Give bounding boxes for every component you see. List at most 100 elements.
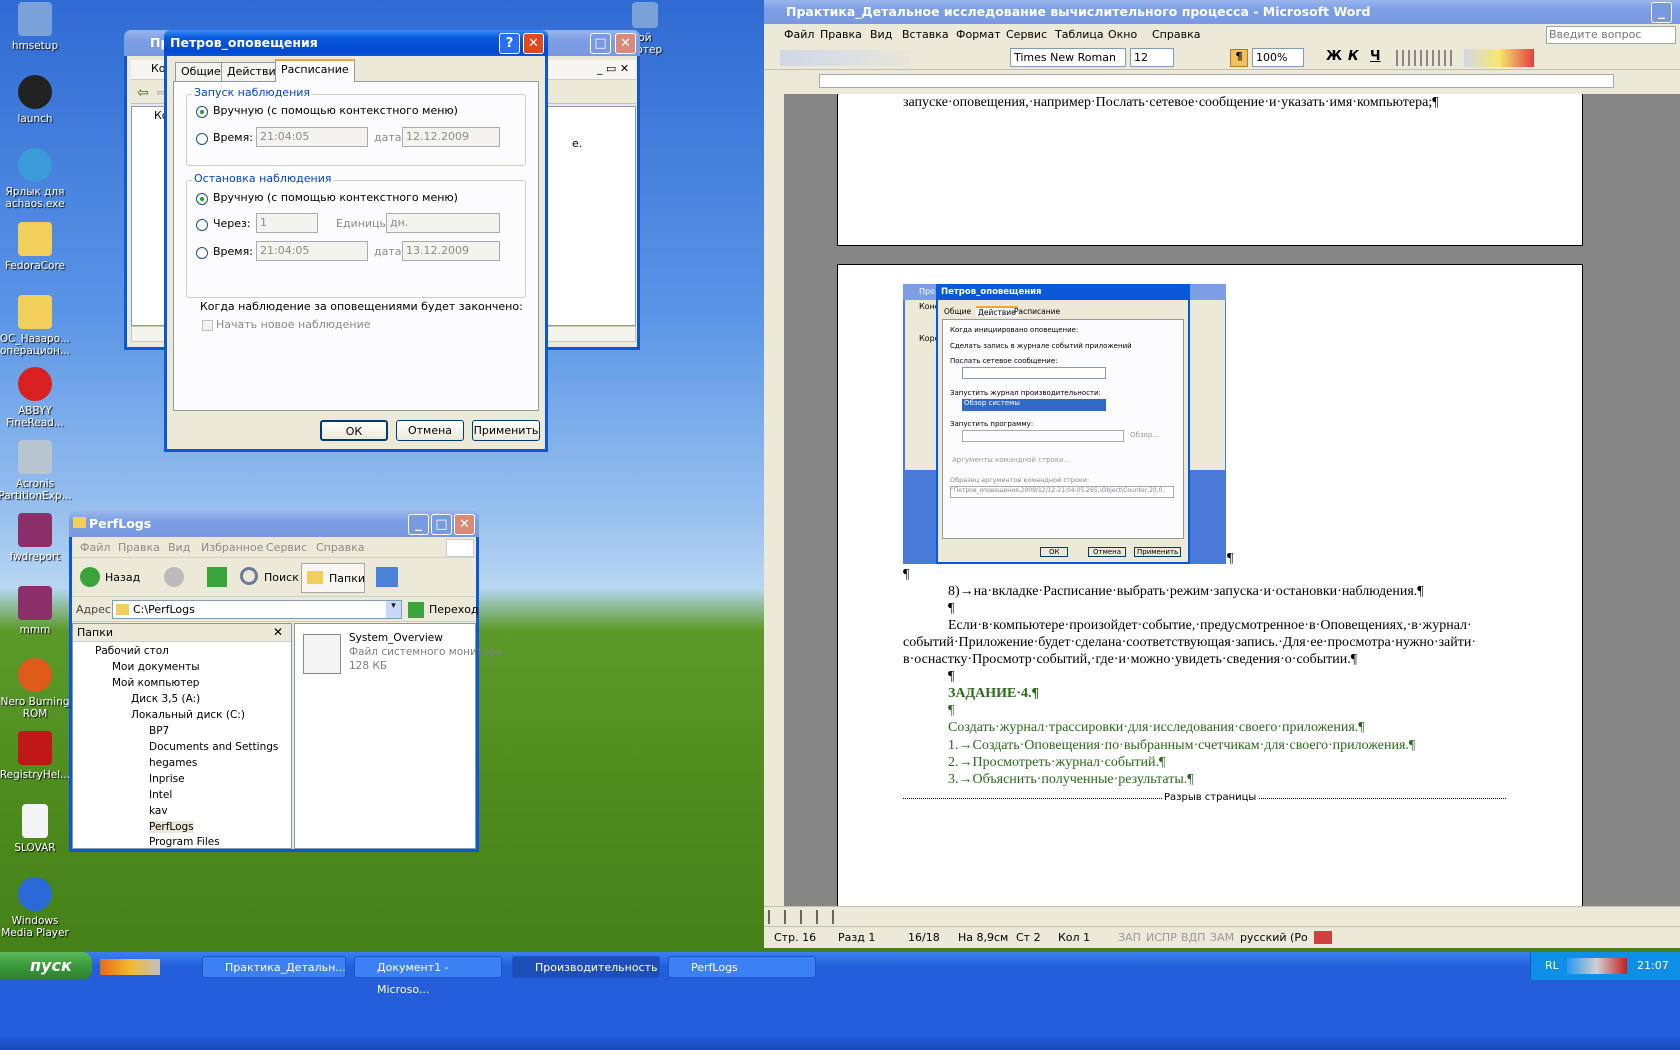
desktop-icon-slovar[interactable]: SLOVAR [0,804,73,854]
tray-icons[interactable] [1567,958,1627,974]
status-overwrite[interactable]: ЗАМ [1210,931,1234,944]
stop-time-radio[interactable] [196,247,208,259]
ok-button[interactable]: ОК [320,420,388,441]
forward-arrow-icon[interactable] [164,567,184,587]
show-formatting-icon[interactable]: ¶ [1230,49,1248,67]
stop-manual-radio[interactable] [196,193,208,205]
units-select[interactable]: дн. [386,213,500,233]
menu-favorites[interactable]: Избранное [201,541,263,554]
tab-schedule[interactable]: Расписание [275,59,355,82]
minimize-icon[interactable]: _ [408,514,429,535]
taskbar-button-perflogs[interactable]: PerfLogs [668,956,816,978]
zoom-select[interactable]: 100% [1252,48,1304,67]
tab-general[interactable]: Общие [175,62,227,82]
menu-format[interactable]: Формат [956,28,1001,41]
stop-after-input[interactable]: 1 [256,213,318,233]
file-name[interactable]: System_Overview [349,632,443,644]
font-size-select[interactable]: 12 [1130,48,1174,67]
desktop-icon-nero[interactable]: Nero Burning ROM [0,658,73,720]
new-observation-checkbox[interactable] [202,320,213,331]
tree-item-docs-settings[interactable]: Documents and Settings [149,741,278,753]
stop-date-input[interactable]: 13.12.2009 [402,241,500,261]
help-icon[interactable]: ? [499,33,520,54]
tree-item-my-documents[interactable]: Мои документы [112,661,200,673]
desktop-icon-hmsetup[interactable]: hmsetup [0,2,73,52]
language-indicator[interactable]: RL [1545,959,1559,972]
desktop-icon-achaos[interactable]: Ярлык для achaos.exe [0,148,73,210]
close-icon[interactable]: ✕ [523,33,544,54]
status-rec[interactable]: ЗАП [1118,931,1141,944]
tree-item-kav[interactable]: kav [149,805,168,817]
perfmon-file-icon[interactable] [303,634,341,674]
maximize-icon[interactable]: □ [431,514,452,535]
start-time-input[interactable]: 21:04:05 [256,127,368,147]
menu-view[interactable]: Вид [168,541,190,554]
dialog-titlebar[interactable]: Петров_оповещения ? ✕ [164,30,548,56]
taskbar-button-document1[interactable]: Документ1 - Microso... [354,956,502,996]
menu-insert[interactable]: Вставка [902,28,949,41]
back-arrow-icon[interactable] [80,567,100,587]
close-icon[interactable]: ✕ [454,514,475,535]
desktop-icon-mmm[interactable]: mmm [0,586,73,636]
desktop-icon-abbyy[interactable]: ABBYY FineRead... [0,367,73,429]
vertical-ruler[interactable] [764,94,784,906]
explorer-titlebar[interactable]: PerfLogs _ □ ✕ [69,511,479,537]
folders-button[interactable]: Папки [301,563,365,593]
desktop-icon-fedoracore[interactable]: FedoraCore [0,222,73,272]
view-buttons[interactable] [768,910,848,924]
menu-help[interactable]: Справка [316,541,364,554]
font-name-select[interactable]: Times New Roman [1010,48,1126,67]
horizontal-ruler[interactable] [764,70,1680,94]
apply-button[interactable]: Применить [472,420,540,441]
bold-icon[interactable]: Ж [1326,49,1342,64]
menu-window[interactable]: Окно [1108,28,1137,41]
format-icons[interactable] [1464,49,1534,67]
desktop-icon-launch[interactable]: launch [0,75,73,125]
up-folder-icon[interactable] [207,567,227,587]
go-arrow-icon[interactable] [408,602,424,618]
start-date-input[interactable]: 12.12.2009 [402,127,500,147]
minimize-icon[interactable]: _ [1651,2,1672,23]
menu-tools[interactable]: Сервис [1006,28,1047,41]
quick-launch-icons[interactable] [100,959,160,975]
standard-toolbar-icons[interactable] [780,50,910,66]
address-input[interactable]: C:\PerfLogs ▾ [112,600,402,619]
start-manual-radio[interactable] [196,106,208,118]
stop-after-radio[interactable] [196,219,208,231]
tree-item-desktop[interactable]: Рабочий стол [95,645,169,657]
status-track[interactable]: ИСПР [1146,931,1177,944]
start-time-radio[interactable] [196,133,208,145]
align-icons[interactable] [1396,50,1456,66]
views-icon[interactable] [376,567,398,587]
cancel-button[interactable]: Отмена [396,420,464,441]
menu-view[interactable]: Вид [870,28,892,41]
explorer-window[interactable]: PerfLogs _ □ ✕ Файл Правка Вид Избранное… [69,511,502,852]
desktop-icon-oc[interactable]: OC_Назаро... операцион... [0,295,73,357]
start-button[interactable]: пуск [0,952,92,980]
desktop-icon-registry[interactable]: RegistryHel... [0,731,73,781]
alerts-dialog[interactable]: Петров_оповещения ? ✕ Общие Действие Рас… [164,30,548,452]
menu-edit[interactable]: Правка [820,28,862,41]
italic-icon[interactable]: К [1348,49,1359,64]
menu-file[interactable]: Файл [80,541,110,554]
word-titlebar[interactable]: Практика_Детальное исследование вычислит… [764,0,1680,24]
tree-item-perflogs[interactable]: PerfLogs [149,821,194,833]
tree-item-local-disk[interactable]: Локальный диск (C:) [131,709,245,721]
desktop-icon-acronis[interactable]: Acronis PartitionExp... [0,440,73,502]
menu-table[interactable]: Таблица [1055,28,1104,41]
status-extend[interactable]: ВДП [1181,931,1205,944]
close-icon[interactable]: ✕ [615,33,636,54]
tree-item-program-files[interactable]: Program Files [149,836,220,848]
go-button[interactable]: Переход [429,603,479,616]
taskbar-button-performance[interactable]: Производительность [512,956,660,978]
tree-item-bp7[interactable]: BP7 [149,725,169,737]
desktop-icon-wmp[interactable]: Windows Media Player [0,877,73,939]
maximize-icon[interactable]: □ [590,33,611,54]
back-arrow-icon[interactable]: ⇦ [137,85,149,101]
taskbar-button-word-practice[interactable]: Практика_Детальн... [202,956,346,978]
desktop-icon-fwdreport[interactable]: fwdreport [0,513,73,563]
clock[interactable]: 21:07 [1637,959,1669,972]
tree-item-intel[interactable]: Intel [149,789,172,801]
tree-item-hegames[interactable]: hegames [149,757,197,769]
search-button[interactable]: Поиск [264,571,299,584]
